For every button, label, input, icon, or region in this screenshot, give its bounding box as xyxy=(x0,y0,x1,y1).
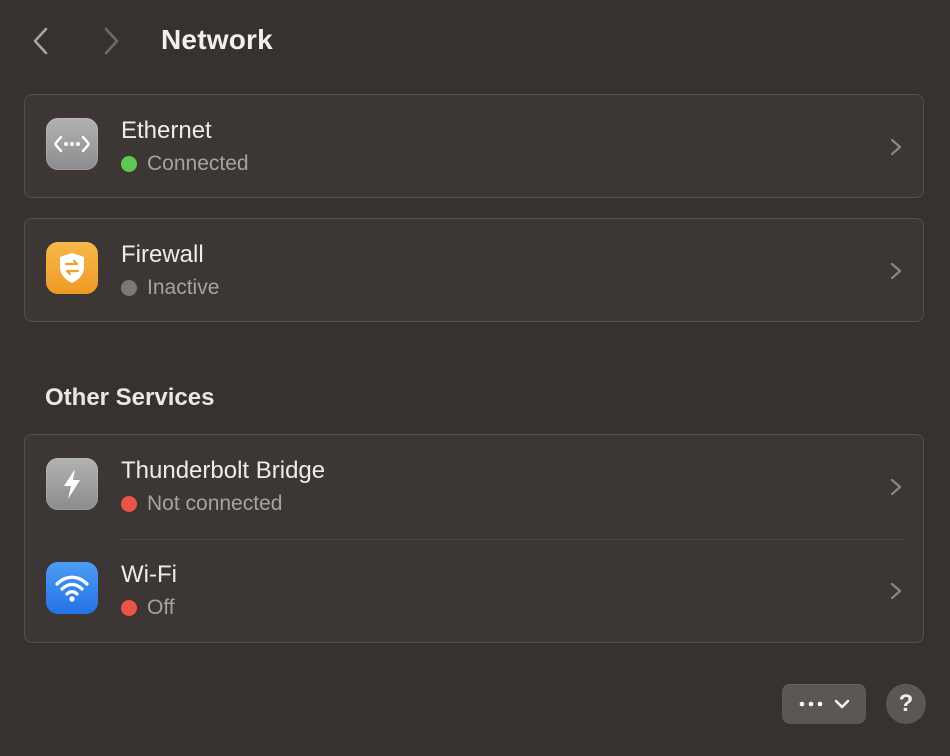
status-dot-gray xyxy=(121,280,137,296)
other-services-card: Thunderbolt Bridge Not connected Wi-Fi O… xyxy=(24,434,924,643)
service-name: Wi-Fi xyxy=(121,561,177,588)
status-text: Connected xyxy=(147,152,249,175)
back-button[interactable] xyxy=(24,24,56,58)
service-status: Off xyxy=(121,596,175,620)
service-row-thunderbolt-bridge[interactable]: Thunderbolt Bridge Not connected xyxy=(25,435,923,540)
thunderbolt-icon xyxy=(46,458,98,510)
ethernet-icon xyxy=(46,118,98,170)
help-button[interactable]: ? xyxy=(886,684,926,724)
chevron-right-icon xyxy=(890,582,902,600)
status-text: Off xyxy=(147,596,175,619)
chevron-right-icon xyxy=(890,478,902,496)
service-row-wifi[interactable]: Wi-Fi Off xyxy=(25,539,923,643)
wifi-icon xyxy=(46,562,98,614)
service-status: Connected xyxy=(121,152,249,176)
service-name: Ethernet xyxy=(121,117,212,144)
status-dot-red xyxy=(121,600,137,616)
status-text: Inactive xyxy=(147,276,220,299)
chevron-down-icon xyxy=(834,699,850,709)
chevron-right-icon xyxy=(890,138,902,156)
firewall-shield-icon xyxy=(46,242,98,294)
page-title: Network xyxy=(161,24,273,55)
section-heading-other-services: Other Services xyxy=(45,384,215,411)
network-settings-page: Network Ethernet Connected Firewall Inac… xyxy=(0,0,950,756)
chevron-right-icon xyxy=(890,262,902,280)
status-text: Not connected xyxy=(147,492,283,515)
ellipsis-icon xyxy=(799,701,823,707)
forward-button[interactable] xyxy=(96,24,128,58)
service-status: Not connected xyxy=(121,492,282,516)
firewall-card: Firewall Inactive xyxy=(24,218,924,322)
status-dot-red xyxy=(121,496,137,512)
service-row-firewall[interactable]: Firewall Inactive xyxy=(25,219,923,323)
chevron-left-icon xyxy=(33,27,48,55)
status-dot-green xyxy=(121,156,137,172)
header: Network xyxy=(0,0,950,84)
chevron-right-icon xyxy=(104,27,119,55)
service-name: Firewall xyxy=(121,241,204,268)
ethernet-card: Ethernet Connected xyxy=(24,94,924,198)
service-status: Inactive xyxy=(121,276,219,300)
service-row-ethernet[interactable]: Ethernet Connected xyxy=(25,95,923,199)
more-actions-menu-button[interactable] xyxy=(782,684,866,724)
service-name: Thunderbolt Bridge xyxy=(121,457,326,484)
